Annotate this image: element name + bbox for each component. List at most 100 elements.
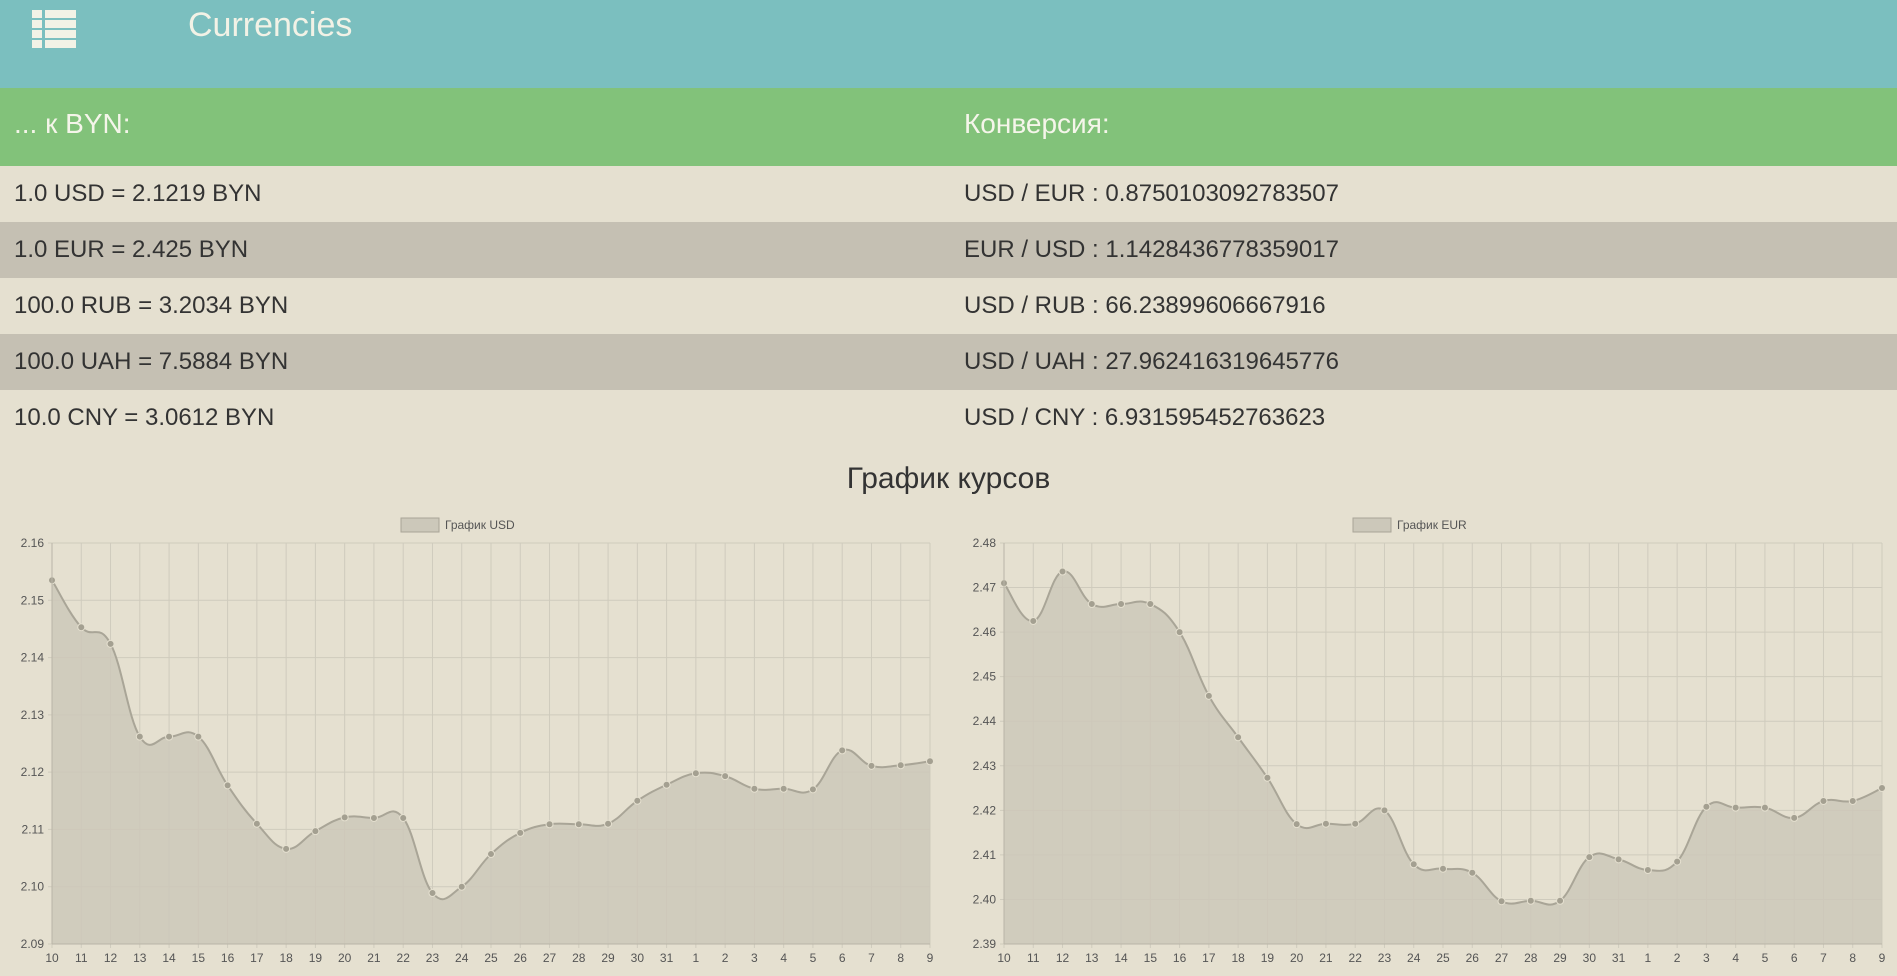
data-point[interactable] — [1087, 600, 1096, 609]
data-point[interactable] — [282, 844, 291, 853]
data-point[interactable] — [1263, 773, 1272, 782]
data-point[interactable] — [1058, 567, 1067, 576]
app-title: Currencies — [188, 6, 353, 44]
data-point[interactable] — [721, 772, 730, 781]
data-point[interactable] — [77, 623, 86, 632]
x-tick-label: 16 — [1173, 951, 1187, 965]
data-point[interactable] — [1585, 853, 1594, 862]
data-point[interactable] — [604, 819, 613, 828]
data-point[interactable] — [1556, 896, 1565, 905]
data-point[interactable] — [1351, 819, 1360, 828]
y-tick-label: 2.13 — [21, 708, 45, 722]
data-point[interactable] — [1614, 855, 1623, 864]
data-point[interactable] — [1790, 813, 1799, 822]
table-row: 1.0 EUR = 2.425 BYN EUR / USD : 1.142843… — [0, 222, 1897, 278]
x-tick-label: 18 — [1231, 951, 1245, 965]
data-point[interactable] — [1321, 819, 1330, 828]
table-row: 1.0 USD = 2.1219 BYN USD / EUR : 0.87501… — [0, 166, 1897, 222]
eur-chart-svg: График EUR 2.48 2.47 2.46 2.45 2.44 2.43 2.42 2.… — [973, 517, 1886, 965]
x-tick-label: 22 — [1349, 951, 1363, 965]
data-point[interactable] — [311, 827, 320, 836]
data-point[interactable] — [926, 757, 934, 766]
data-point[interactable] — [574, 820, 583, 829]
x-tick-label: 23 — [426, 951, 440, 965]
data-point[interactable] — [1409, 860, 1418, 869]
data-point[interactable] — [691, 769, 700, 778]
data-point[interactable] — [545, 820, 554, 829]
y-tick-label: 2.45 — [973, 670, 997, 684]
data-point[interactable] — [662, 780, 671, 789]
data-point[interactable] — [1702, 802, 1711, 811]
data-point[interactable] — [1526, 896, 1535, 905]
data-point[interactable] — [340, 813, 349, 822]
legend-label: График EUR — [1397, 518, 1467, 532]
data-point[interactable] — [1146, 600, 1155, 609]
data-point[interactable] — [1234, 733, 1243, 742]
data-point[interactable] — [1029, 616, 1038, 625]
data-point[interactable] — [1848, 796, 1857, 805]
data-point[interactable] — [750, 784, 759, 793]
x-tick-label: 18 — [279, 951, 293, 965]
x-tick-label: 5 — [1762, 951, 1769, 965]
x-tick-label: 17 — [1202, 951, 1216, 965]
data-point[interactable] — [1117, 600, 1126, 609]
data-point[interactable] — [1497, 897, 1506, 906]
data-point[interactable] — [1204, 691, 1213, 700]
x-tick-label: 1 — [1645, 951, 1652, 965]
data-point[interactable] — [252, 819, 261, 828]
data-point[interactable] — [428, 889, 437, 898]
data-point[interactable] — [369, 813, 378, 822]
rates-table: 1.0 USD = 2.1219 BYN USD / EUR : 0.87501… — [0, 166, 1897, 446]
data-point[interactable] — [1380, 806, 1389, 815]
x-tick-label: 9 — [927, 951, 934, 965]
y-tick-label: 2.47 — [973, 581, 997, 595]
data-point[interactable] — [1819, 796, 1828, 805]
data-point[interactable] — [135, 732, 144, 741]
data-point[interactable] — [1468, 868, 1477, 877]
data-point[interactable] — [165, 732, 174, 741]
data-point[interactable] — [867, 761, 876, 770]
data-point[interactable] — [223, 781, 232, 790]
list-menu-icon[interactable] — [32, 10, 76, 48]
x-tick-label: 6 — [1791, 951, 1798, 965]
x-tick-label: 11 — [1027, 951, 1040, 965]
conversion-cell: USD / RUB : 66.23899606667916 — [964, 292, 1326, 319]
data-point[interactable] — [1175, 628, 1184, 637]
x-tick-label: 19 — [309, 951, 323, 965]
data-point[interactable] — [516, 828, 525, 837]
x-tick-label: 4 — [1732, 951, 1739, 965]
y-tick-label: 2.11 — [22, 822, 45, 836]
data-point[interactable] — [896, 761, 905, 770]
data-point[interactable] — [457, 882, 466, 891]
data-point[interactable] — [779, 784, 788, 793]
x-tick-label: 27 — [1495, 951, 1509, 965]
data-point[interactable] — [633, 796, 642, 805]
data-point[interactable] — [194, 732, 203, 741]
eur-chart: График EUR 2.48 2.47 2.46 2.45 2.44 2.43 2.42 2.… — [952, 508, 1892, 976]
rate-cell: 1.0 USD = 2.1219 BYN — [14, 180, 262, 207]
data-point[interactable] — [1731, 803, 1740, 812]
x-tick-label: 24 — [1407, 951, 1421, 965]
x-tick-label: 29 — [601, 951, 615, 965]
data-point[interactable] — [399, 813, 408, 822]
conversion-cell: USD / CNY : 6.931595452763623 — [964, 404, 1326, 431]
legend-swatch — [1352, 517, 1392, 533]
x-tick-label: 3 — [1703, 951, 1710, 965]
data-point[interactable] — [106, 639, 115, 648]
rates-header-label: ... к BYN: — [14, 108, 131, 139]
data-point[interactable] — [838, 746, 847, 755]
data-point[interactable] — [1760, 803, 1769, 812]
data-point[interactable] — [487, 850, 495, 859]
x-tick-label: 9 — [1879, 951, 1886, 965]
data-point[interactable] — [1292, 820, 1301, 829]
x-tick-label: 2 — [722, 951, 729, 965]
data-point[interactable] — [1439, 864, 1447, 873]
conversion-cell: USD / EUR : 0.8750103092783507 — [964, 180, 1339, 207]
data-point[interactable] — [808, 785, 817, 794]
data-point[interactable] — [1878, 784, 1886, 793]
data-point[interactable] — [1643, 866, 1652, 875]
data-point[interactable] — [1673, 857, 1682, 866]
x-tick-label: 19 — [1261, 951, 1275, 965]
x-tick-label: 6 — [839, 951, 846, 965]
x-tick-label: 11 — [75, 951, 88, 965]
